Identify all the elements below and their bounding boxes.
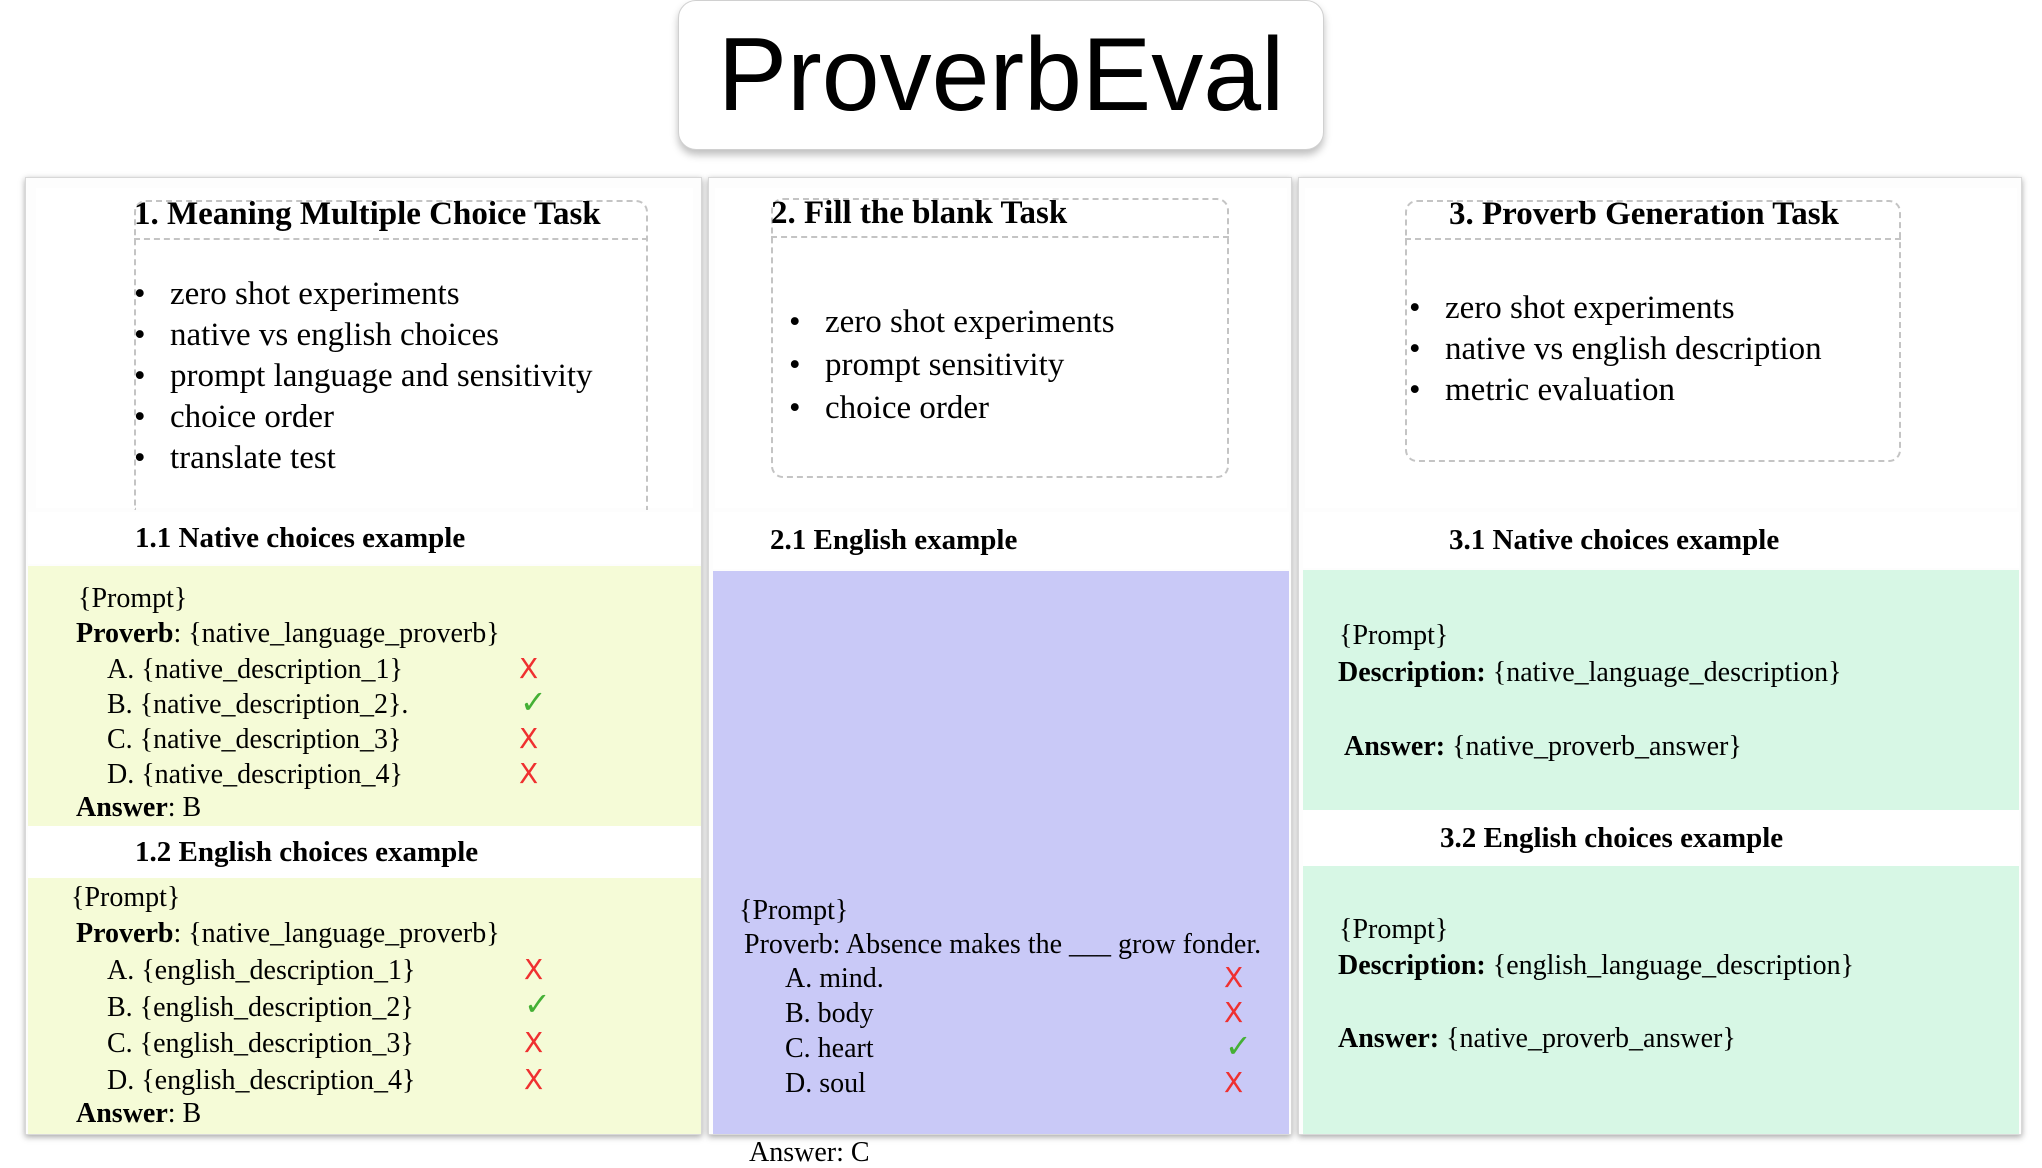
answer-label: Answer: xyxy=(1344,731,1446,762)
bullet-item: choice order xyxy=(134,397,593,438)
bullet-item: metric evaluation xyxy=(1409,370,1822,411)
answer-line: Answer: {native_proverb_answer} xyxy=(1338,1025,1736,1053)
wrong-mark-icon: X xyxy=(1224,1066,1244,1099)
choice-d: D. soul xyxy=(785,1068,866,1099)
diagram-title: ProverbEval xyxy=(678,0,1324,150)
wrong-mark-icon: X xyxy=(524,953,544,986)
task-title-2: 2. Fill the blank Task xyxy=(771,195,1068,231)
proverb-value: : {native_language_proverb} xyxy=(173,918,500,949)
panel-meaning-mc: 1. Meaning Multiple Choice Task zero sho… xyxy=(25,177,702,1135)
answer-line: Answer: B xyxy=(76,794,201,822)
task-bullets-3: zero shot experiments native vs english … xyxy=(1409,288,1822,411)
prompt-text: {Prompt} xyxy=(1339,914,1449,945)
answer-line: Answer: C xyxy=(749,1137,870,1168)
section-heading-1-1: 1.1 Native choices example xyxy=(28,512,701,564)
task-box-3-title-sep xyxy=(1405,238,1901,240)
correct-check-icon: ✓ xyxy=(520,683,547,721)
panel-proverb-generation: 3. Proverb Generation Task zero shot exp… xyxy=(1298,177,2022,1135)
description-value: {native_language_description} xyxy=(1485,657,1842,688)
proverb-line: Proverb: {native_language_proverb} xyxy=(76,920,500,948)
section-heading-3-1: 3.1 Native choices example xyxy=(1303,512,2019,568)
wrong-mark-icon: X xyxy=(1224,961,1244,994)
choice-b: B. {native_description_2}. xyxy=(107,689,409,720)
panel-fill-blank: 2. Fill the blank Task zero shot experim… xyxy=(708,177,1292,1167)
prompt-text: {Prompt} xyxy=(1339,620,1449,651)
wrong-mark-icon: X xyxy=(524,1063,544,1096)
section-heading-3-2: 3.2 English choices example xyxy=(1303,810,2019,866)
wrong-mark-icon: X xyxy=(1224,996,1244,1029)
answer-line: Answer: {native_proverb_answer} xyxy=(1344,733,1742,761)
proverb-line: Proverb: {native_language_proverb} xyxy=(76,620,500,648)
bullet-item: native vs english description xyxy=(1409,329,1822,370)
correct-check-icon: ✓ xyxy=(524,985,551,1023)
task-bullets-2: zero shot experiments prompt sensitivity… xyxy=(789,301,1115,430)
description-line: Description: {english_language_descripti… xyxy=(1338,952,1854,980)
choice-c: C. {native_description_3} xyxy=(107,724,402,755)
description-label: Description: xyxy=(1338,657,1486,688)
prompt-text: {Prompt} xyxy=(78,583,188,614)
bullet-item: choice order xyxy=(789,387,1115,430)
proverb-label: Proverb xyxy=(76,918,174,949)
choice-a: A. {native_description_1} xyxy=(107,654,403,685)
answer-value: {native_proverb_answer} xyxy=(1439,1023,1736,1054)
wrong-mark-icon: X xyxy=(524,1026,544,1059)
bullet-item: zero shot experiments xyxy=(1409,288,1822,329)
task-box-1-title-sep xyxy=(134,238,648,240)
proverb-label: Proverb xyxy=(76,618,174,649)
answer-value: : B xyxy=(167,1098,202,1129)
choice-a: A. {english_description_1} xyxy=(107,955,416,986)
choice-d: D. {native_description_4} xyxy=(107,759,403,790)
bullet-item: native vs english choices xyxy=(134,315,593,356)
task-title-1: 1. Meaning Multiple Choice Task xyxy=(134,196,601,232)
prompt-text: {Prompt} xyxy=(739,895,849,926)
answer-label: Answer xyxy=(76,792,168,823)
answer-label: Answer: xyxy=(1338,1023,1440,1054)
choice-d: D. {english_description_4} xyxy=(107,1065,416,1096)
wrong-mark-icon: X xyxy=(519,757,539,790)
task-box-2-title-sep xyxy=(771,236,1229,238)
choice-c: C. {english_description_3} xyxy=(107,1028,414,1059)
section-heading-1-2: 1.2 English choices example xyxy=(28,826,701,878)
answer-value: {native_proverb_answer} xyxy=(1445,731,1742,762)
description-line: Description: {native_language_descriptio… xyxy=(1338,659,1842,687)
description-label: Description: xyxy=(1338,950,1486,981)
bullet-item: zero shot experiments xyxy=(789,301,1115,344)
prompt-text: {Prompt} xyxy=(71,882,181,913)
choice-b: B. {english_description_2} xyxy=(107,992,414,1023)
bullet-item: zero shot experiments xyxy=(134,274,593,315)
description-value: {english_language_description} xyxy=(1485,950,1855,981)
answer-value: : B xyxy=(167,792,202,823)
answer-label: Answer xyxy=(76,1098,168,1129)
section-heading-2-1: 2.1 English example xyxy=(713,512,1289,569)
task-title-3: 3. Proverb Generation Task xyxy=(1449,196,1839,232)
choice-b: B. body xyxy=(785,998,874,1029)
choice-c: C. heart xyxy=(785,1033,874,1064)
bullet-item: translate test xyxy=(134,438,593,479)
choice-a: A. mind. xyxy=(785,963,884,994)
task-bullets-1: zero shot experiments native vs english … xyxy=(134,274,593,479)
wrong-mark-icon: X xyxy=(519,722,539,755)
proverb-value: : {native_language_proverb} xyxy=(173,618,500,649)
proverb-line: Proverb: Absence makes the ___ grow fond… xyxy=(744,929,1262,960)
wrong-mark-icon: X xyxy=(519,652,539,685)
bullet-item: prompt language and sensitivity xyxy=(134,356,593,397)
answer-line: Answer: B xyxy=(76,1100,201,1128)
correct-check-icon: ✓ xyxy=(1225,1027,1252,1065)
bullet-item: prompt sensitivity xyxy=(789,344,1115,387)
